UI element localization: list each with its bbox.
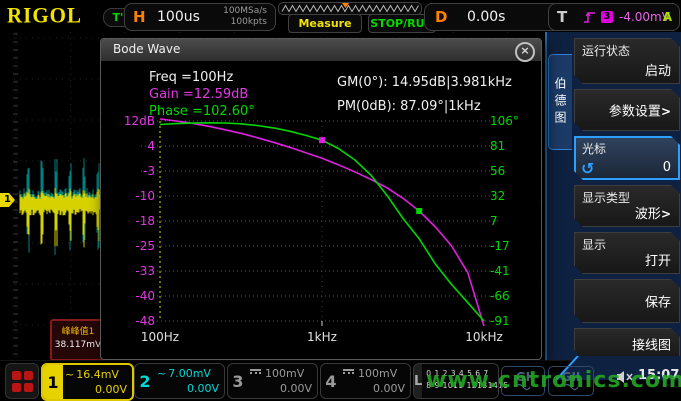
speaker-muted-icon[interactable]: [616, 370, 634, 384]
dialog-title: Bode Wave: [113, 42, 180, 56]
dc-coupling-icon: [343, 369, 354, 378]
logic-analyzer-widget[interactable]: L 0 1 2 3 4 5 6 7 8 9 1011 12131415: [413, 363, 499, 399]
wave-icon: [515, 383, 531, 390]
ac-coupling-icon: ~: [65, 368, 74, 381]
trigger-slope-icon: [583, 10, 597, 24]
svg-text:-40: -40: [135, 289, 155, 303]
menu-item-save[interactable]: 保存: [574, 279, 680, 323]
g2-generator-widget[interactable]: GII: [548, 366, 594, 396]
oscilloscope-screen: 1 峰峰值1 38.117mV RIGOL T'D H 100us 100MSa…: [0, 0, 681, 401]
svg-text:-33: -33: [135, 264, 155, 278]
ac-coupling-icon: ~: [157, 367, 166, 380]
delay-value: 0.00s: [467, 9, 505, 25]
svg-text:10kHz: 10kHz: [465, 330, 503, 344]
trigger-sweep-mode: A: [663, 10, 672, 24]
svg-text:7: 7: [490, 214, 498, 228]
measure-button[interactable]: Measure: [288, 14, 362, 33]
svg-text:-3: -3: [143, 164, 155, 178]
top-status-bar: RIGOL T'D H 100us 100MSa/s 100kpts Measu…: [0, 0, 681, 32]
channel1-widget[interactable]: 1 ~16.4mV 0.00V: [41, 363, 134, 401]
menu-item-wiring-diagram[interactable]: 接线图: [574, 328, 680, 359]
measurement-value: 38.117mV: [52, 340, 104, 350]
svg-text:32: 32: [490, 189, 505, 203]
trigger-widget[interactable]: T 3 -4.00mV A: [548, 3, 680, 31]
cursor-freq-readout: Freq =100Hz: [149, 70, 233, 85]
measurement-label: 峰峰值1: [52, 324, 104, 337]
svg-text:100Hz: 100Hz: [141, 330, 179, 344]
svg-text:81: 81: [490, 139, 505, 153]
sidebar-menu: 运行状态 启动 参数设置> 光标 ↺ 0 显示类型 波形> 显示 打开 保存: [574, 38, 680, 359]
svg-text:-41: -41: [490, 264, 510, 278]
channel4-widget[interactable]: 4 100mV 0.00V: [320, 363, 411, 399]
trigger-source-badge: 3: [601, 11, 613, 23]
svg-text:-48: -48: [135, 314, 155, 328]
channel3-widget[interactable]: 3 100mV 0.00V: [227, 363, 318, 399]
menu-item-display-type[interactable]: 显示类型 波形>: [574, 185, 680, 227]
measurement-popup: 峰峰值1 38.117mV: [50, 319, 106, 361]
svg-text:-66: -66: [490, 289, 510, 303]
menu-item-cursor[interactable]: 光标 ↺ 0: [574, 136, 680, 180]
wave-icon: [563, 383, 579, 390]
svg-text:4: 4: [147, 139, 155, 153]
svg-text:-18: -18: [135, 214, 155, 228]
bode-plot: 12dB 106° 4 81 -3 56 -10 32 -18 7 -25 -17 -33 -41 -40 -…: [101, 111, 541, 357]
bode-menu-sidebar: 伯德图 运行状态 启动 参数设置> 光标 ↺ 0 显示类型 波形> 显示 打开: [545, 32, 681, 360]
svg-text:-25: -25: [135, 239, 155, 253]
gain-margin-readout: GM(0°): 14.95dB|3.981kHz: [337, 75, 512, 90]
cursor-gain-readout: Gain =12.59dB: [149, 87, 248, 102]
svg-text:-10: -10: [135, 189, 155, 203]
svg-text:56: 56: [490, 164, 505, 178]
svg-text:106°: 106°: [490, 114, 519, 128]
menu-grid-icon[interactable]: [5, 363, 39, 399]
timebase-value: 100us: [157, 9, 200, 25]
dialog-titlebar[interactable]: Bode Wave ×: [101, 39, 541, 61]
svg-text:-17: -17: [490, 239, 510, 253]
svg-text:1kHz: 1kHz: [307, 330, 337, 344]
h-label: H: [133, 8, 146, 26]
clock: 15:07: [638, 368, 679, 383]
horizontal-timebase-widget[interactable]: H 100us 100MSa/s 100kpts: [124, 3, 276, 31]
rigol-logo: RIGOL: [7, 2, 82, 28]
svg-text:-91: -91: [490, 314, 510, 328]
sidebar-tab-bode[interactable]: 伯德图: [548, 54, 572, 150]
chevron-right-icon: >: [661, 105, 671, 119]
sample-rate: 100MSa/s 100kpts: [223, 6, 267, 28]
t-label: T: [557, 8, 567, 26]
chevron-right-icon: >: [661, 207, 671, 221]
svg-text:12dB: 12dB: [124, 114, 155, 128]
dc-coupling-icon: [250, 369, 261, 378]
d-label: D: [435, 8, 447, 26]
close-icon[interactable]: ×: [515, 42, 535, 62]
channel2-widget[interactable]: 2 ~7.00mV 0.00V: [134, 363, 225, 399]
rotate-knob-icon: ↺: [581, 159, 594, 178]
menu-item-run-state[interactable]: 运行状态 启动: [574, 38, 680, 84]
menu-item-display[interactable]: 显示 打开: [574, 232, 680, 274]
menu-item-param-setting[interactable]: 参数设置>: [574, 89, 680, 131]
bode-wave-dialog: Bode Wave × Freq =100Hz Gain =12.59dB Ph…: [100, 38, 542, 360]
g1-generator-widget[interactable]: GI: [501, 366, 545, 396]
